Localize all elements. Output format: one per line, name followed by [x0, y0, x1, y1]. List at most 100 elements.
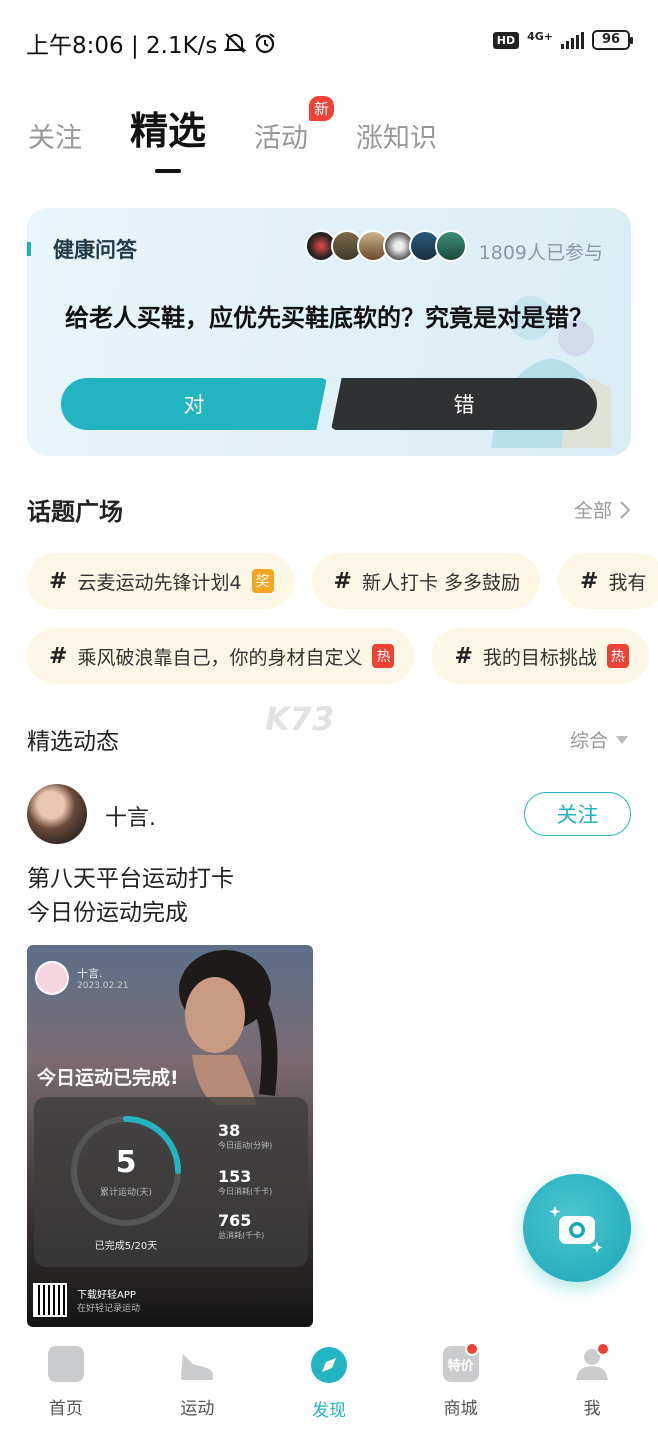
hd-icon: HD: [492, 31, 520, 49]
topic-chip[interactable]: # 乘风破浪靠自己，你的身材自定义 热: [27, 628, 415, 684]
card-stat: 765 总消耗(千卡): [218, 1211, 264, 1241]
topic-label: 乘风破浪靠自己，你的身材自定义: [77, 646, 363, 669]
nav-sport-label: 运动: [180, 1399, 215, 1419]
topic-chip[interactable]: # 新人打卡 多多鼓励: [311, 553, 541, 609]
topic-label: 我有: [608, 571, 647, 594]
network-label: 4G+: [527, 30, 553, 43]
status-bar-right: HD 4G+ 96: [492, 30, 633, 50]
participant-avatars: [305, 230, 467, 262]
post-text-line: 第八天平台运动打卡: [27, 866, 234, 892]
topic-label: 新人打卡 多多鼓励: [361, 571, 521, 594]
hashtag-icon: #: [49, 643, 68, 669]
card-stat-label: 总消耗(千卡): [218, 1231, 265, 1240]
card-stat-value: 38: [218, 1121, 241, 1140]
card-progress-text: 已完成5/20天: [94, 1241, 158, 1252]
card-count: 5: [115, 1145, 137, 1180]
sort-label: 综合: [569, 730, 608, 752]
card-username: 十言.: [77, 967, 103, 980]
shoe-icon: [181, 1354, 214, 1380]
bottom-nav: 首页 运动 发现 特价 商城 我: [0, 1338, 658, 1435]
post-text-line: 今日份运动完成: [27, 900, 188, 926]
nav-home-label: 首页: [48, 1399, 83, 1419]
quiz-tag-label: 健康问答: [53, 238, 137, 262]
topics-all-link[interactable]: 全部: [574, 496, 630, 523]
card-count-label: 累计运动(天): [99, 1188, 153, 1198]
hashtag-icon: #: [333, 568, 352, 594]
participants-count: 1809人已参与: [478, 242, 603, 264]
qr-code: [33, 1283, 67, 1317]
card-stats-panel: 5 累计运动(天) 已完成5/20天 38 今日运动(分钟) 153 今日消耗(千卡…: [34, 1097, 308, 1267]
topic-row-1: # 云麦运动先锋计划4 奖 # 新人打卡 多多鼓励 # 我有: [27, 553, 658, 609]
follow-button[interactable]: 关注: [524, 792, 631, 836]
topic-chip[interactable]: # 我有: [558, 553, 658, 609]
post-author-name[interactable]: 十言.: [105, 800, 156, 832]
quiz-tag: 健康问答: [27, 234, 137, 264]
answer-no-button[interactable]: 错: [331, 378, 597, 430]
mute-icon: [224, 33, 247, 53]
card-avatar: [35, 961, 69, 995]
compass-icon: [310, 1347, 347, 1383]
topic-label: 我的目标挑战: [482, 646, 597, 669]
hot-badge: 热: [606, 644, 629, 668]
nav-shop-label: 商城: [443, 1399, 478, 1419]
topics-all-label: 全部: [573, 500, 612, 522]
top-tabs: 关注 精选 活动 新 涨知识: [28, 96, 485, 155]
card-stat: 38 今日运动(分钟): [218, 1121, 272, 1151]
sort-dropdown[interactable]: 综合: [570, 726, 628, 753]
tab-activity[interactable]: 活动 新: [254, 96, 335, 155]
tab-knowledge[interactable]: 涨知识: [356, 116, 437, 155]
avatar: [435, 230, 467, 262]
nav-me-label: 我: [583, 1399, 601, 1419]
signal-icon: [561, 31, 584, 49]
tab-activity-label: 活动: [254, 123, 309, 154]
post-image[interactable]: 十言. 2023.02.21 今日运动已完成! 5 累计运动(天) 已完成5/2…: [27, 945, 313, 1327]
status-bar-left: 上午8:06 | 2.1K/s: [26, 26, 277, 60]
card-stat-label: 今日消耗(千卡): [218, 1187, 273, 1196]
card-footer-title: 下载好轻APP: [77, 1290, 136, 1301]
topic-chip[interactable]: # 我的目标挑战 热: [432, 628, 649, 684]
nav-shop[interactable]: 特价 商城: [395, 1338, 527, 1435]
award-badge: 奖: [251, 569, 274, 593]
notification-dot: [464, 1342, 479, 1356]
tab-featured[interactable]: 精选: [130, 100, 206, 155]
feed-title: 精选动态: [27, 729, 119, 755]
topic-label: 云麦运动先锋计划4: [77, 571, 242, 594]
card-done-text: 今日运动已完成!: [37, 1067, 179, 1089]
hashtag-icon: #: [580, 568, 599, 594]
tab-following[interactable]: 关注: [28, 116, 82, 155]
card-date: 2023.02.21: [77, 981, 129, 991]
nav-sport[interactable]: 运动: [132, 1338, 264, 1435]
card-stat-label: 今日运动(分钟): [218, 1141, 273, 1150]
topic-chip[interactable]: # 云麦运动先锋计划4 奖: [27, 553, 294, 609]
status-time-speed: 上午8:06 | 2.1K/s: [26, 33, 218, 59]
post-text: 第八天平台运动打卡 今日份运动完成: [27, 862, 234, 930]
caret-down-icon: [616, 735, 628, 744]
card-stat: 153 今日消耗(千卡): [218, 1167, 272, 1197]
camera-icon: [549, 1206, 603, 1253]
card-stat-value: 153: [218, 1167, 252, 1186]
hashtag-icon: #: [454, 643, 473, 669]
card-footer-sub: 在好轻记录运动: [77, 1304, 141, 1314]
new-badge: 新: [309, 96, 335, 121]
nav-me[interactable]: 我: [526, 1338, 658, 1435]
card-user: 十言. 2023.02.21: [35, 961, 129, 995]
hashtag-icon: #: [49, 568, 68, 594]
nav-discover-label: 发现: [311, 1401, 346, 1421]
watermark: K73: [265, 700, 335, 738]
post-author-avatar[interactable]: [27, 784, 87, 844]
health-quiz-card[interactable]: 健康问答 1809人已参与 给老人买鞋，应优先买鞋底软的？究竟是对是错？ 对 错: [27, 208, 631, 456]
nav-home[interactable]: 首页: [0, 1338, 132, 1435]
topic-row-2: # 乘风破浪靠自己，你的身材自定义 热 # 我的目标挑战 热: [27, 628, 649, 684]
quiz-question: 给老人买鞋，应优先买鞋底软的？究竟是对是错？: [65, 304, 593, 332]
hot-badge: 热: [372, 644, 395, 668]
chevron-right-icon: [620, 500, 630, 519]
answer-yes-button[interactable]: 对: [61, 378, 327, 430]
alarm-icon: [255, 33, 276, 54]
home-icon: [47, 1346, 84, 1382]
battery-icon: 96: [592, 30, 633, 50]
card-stat-value: 765: [218, 1211, 252, 1230]
topics-title: 话题广场: [27, 498, 123, 526]
camera-post-button[interactable]: [523, 1174, 631, 1282]
nav-discover[interactable]: 发现: [263, 1338, 395, 1435]
card-footer: 下载好轻APP 在好轻记录运动: [33, 1283, 140, 1317]
